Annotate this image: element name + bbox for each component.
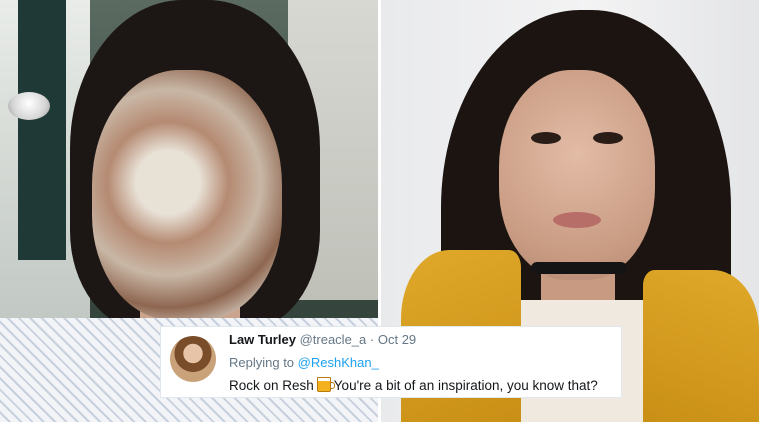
user-handle[interactable]: @treacle_a: [300, 332, 367, 347]
display-name[interactable]: Law Turley: [229, 332, 296, 347]
avatar[interactable]: [170, 336, 216, 382]
eye-right: [593, 132, 623, 144]
lips: [553, 212, 601, 228]
face-with-cream: [92, 70, 282, 320]
tweet-text: Rock on Resh You're a bit of an inspirati…: [229, 377, 598, 393]
face: [499, 70, 655, 280]
replying-to: Replying to @ReshKhan_: [229, 355, 379, 370]
tweet-card[interactable]: Law Turley @treacle_a · Oct 29 Replying …: [160, 326, 622, 398]
eye-left: [531, 132, 561, 144]
choker-necklace: [531, 262, 627, 274]
tweet-text-part2: You're a bit of an inspiration, you know…: [333, 378, 598, 393]
wall-panel: [18, 0, 66, 260]
tweet-date[interactable]: Oct 29: [378, 332, 416, 347]
tweet-header: Law Turley @treacle_a · Oct 29: [229, 332, 416, 347]
replying-prefix: Replying to: [229, 355, 295, 370]
tweet-text-part1: Rock on Resh: [229, 378, 314, 393]
yellow-scarf-right: [643, 270, 759, 422]
separator-dot: ·: [369, 332, 375, 347]
lamp: [8, 92, 50, 120]
beer-mug-icon: [316, 377, 335, 392]
mention-link[interactable]: @ReshKhan_: [298, 355, 379, 370]
